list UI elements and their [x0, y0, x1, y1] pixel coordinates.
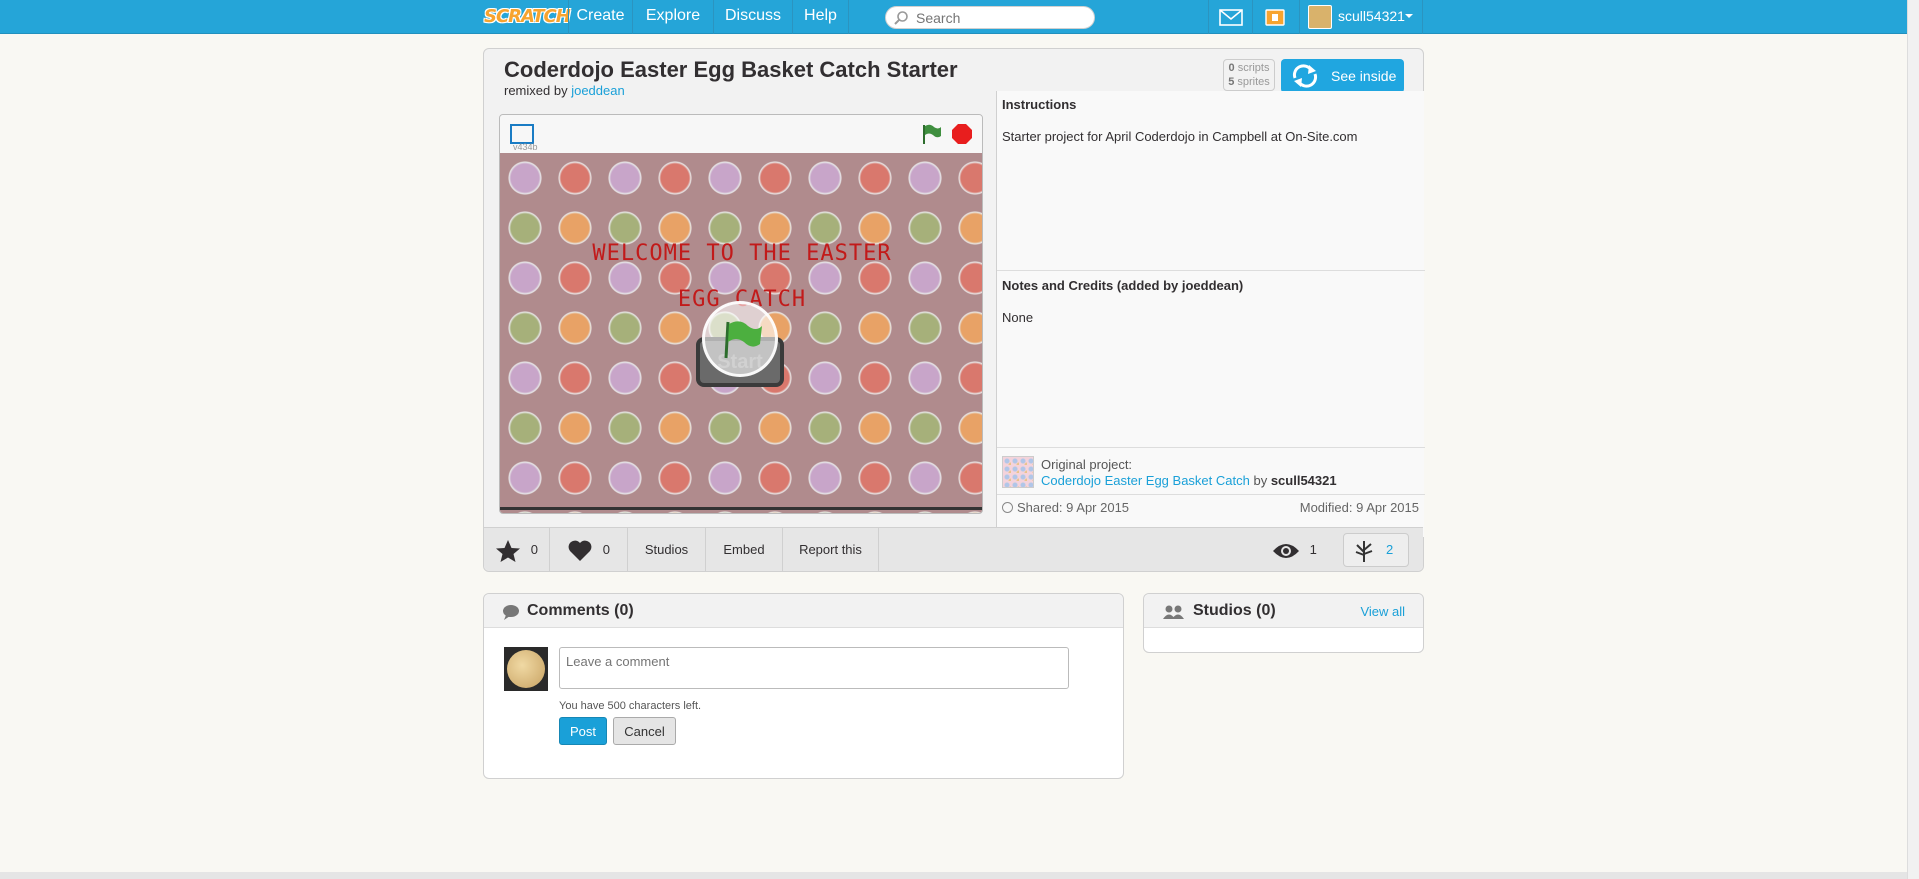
project-box: Coderdojo Easter Egg Basket Catch Starte… [483, 48, 1425, 572]
people-icon [1163, 605, 1184, 619]
scratch-logo[interactable]: SCRATCH [484, 3, 571, 31]
fullscreen-icon[interactable] [510, 124, 534, 144]
remixed-by-label: remixed by [504, 83, 568, 98]
studios-header: Studios (0) View all [1144, 594, 1423, 628]
remixes-button[interactable]: 2 [1343, 533, 1409, 567]
my-stuff-button[interactable] [1252, 0, 1296, 34]
favorite-button[interactable]: 0 [484, 528, 550, 572]
project-info-panel: Instructions Starter project for April C… [996, 91, 1425, 537]
green-flag-icon [724, 321, 762, 359]
project-title: Coderdojo Easter Egg Basket Catch Starte… [504, 57, 958, 82]
project-player: v434b WELCOME TO THE EASTER EGG CATCH St… [499, 114, 983, 514]
view-all-studios-link[interactable]: View all [1360, 604, 1405, 619]
original-project: Original project: Coderdojo Easter Egg B… [997, 449, 1425, 495]
instructions-text: Starter project for April Coderdojo in C… [1002, 129, 1358, 144]
heart-icon [568, 540, 592, 561]
speech-bubble-icon [503, 605, 519, 620]
stage-title-line1: WELCOME TO THE EASTER [592, 241, 892, 266]
notes-section: Notes and Credits (added by joeddean) No… [997, 272, 1425, 448]
view-count-value: 1 [1309, 542, 1317, 557]
project-stats: 0 scripts 5 sprites [1223, 59, 1275, 91]
stage[interactable]: WELCOME TO THE EASTER EGG CATCH Start [500, 153, 982, 513]
notes-heading: Notes and Credits (added by joeddean) [1002, 278, 1244, 293]
instructions-heading: Instructions [1002, 97, 1077, 112]
shared-dates: Shared: 9 Apr 2015 Modified: 9 Apr 2015 [997, 496, 1425, 518]
player-toolbar: v434b [500, 115, 982, 153]
cancel-button[interactable]: Cancel [613, 717, 676, 745]
remixed-by: remixed by joeddean [504, 83, 625, 98]
star-icon [496, 539, 521, 562]
love-button[interactable]: 0 [550, 528, 628, 572]
modified-date: Modified: 9 Apr 2015 [1299, 500, 1419, 515]
see-inside-label: See inside [1331, 68, 1397, 84]
scripts-label: scripts [1237, 62, 1270, 74]
shared-date: Shared: 9 Apr 2015 [1002, 500, 1129, 515]
report-button[interactable]: Report this [783, 528, 879, 572]
user-avatar [1308, 5, 1332, 29]
nav-discuss[interactable]: Discuss [713, 0, 792, 34]
commenter-avatar [504, 647, 548, 691]
avatar-coin [507, 650, 545, 688]
comments-header: Comments (0) [484, 594, 1123, 628]
instructions-section: Instructions Starter project for April C… [997, 91, 1425, 271]
remix-tree-icon [1355, 541, 1373, 562]
project-action-bar: 0 0 Studios Embed Report this 1 2 [484, 527, 1423, 572]
comments-box: Comments (0) You have 500 characters lef… [483, 593, 1124, 779]
eye-icon [1273, 543, 1299, 558]
see-inside-button[interactable]: See inside [1281, 59, 1404, 93]
remix-count: 2 [1386, 542, 1394, 557]
search-box [885, 6, 1095, 29]
nav-explore[interactable]: Explore [632, 0, 713, 34]
green-flag-icon[interactable] [920, 123, 942, 145]
page-footer-edge [0, 872, 1907, 879]
view-count: 1 [1272, 528, 1317, 572]
original-project-line: Coderdojo Easter Egg Basket Catch by scu… [1041, 473, 1337, 488]
scripts-count: 0 [1228, 62, 1235, 74]
nav-create[interactable]: Create [568, 0, 632, 34]
sprites-label: sprites [1237, 76, 1270, 88]
remix-arrows-icon [1292, 64, 1318, 88]
username: scull54321 [1338, 8, 1405, 24]
messages-button[interactable] [1208, 0, 1252, 34]
stop-icon[interactable] [952, 124, 972, 144]
favorite-count: 0 [530, 542, 538, 557]
search-input[interactable] [916, 9, 1086, 27]
sprites-count: 5 [1228, 76, 1235, 88]
chevron-down-icon [1405, 14, 1413, 18]
original-author: scull54321 [1270, 473, 1337, 488]
notes-text: None [1002, 310, 1034, 325]
nav-help[interactable]: Help [792, 0, 849, 34]
studios-box: Studios (0) View all [1143, 593, 1424, 653]
post-button[interactable]: Post [559, 717, 607, 745]
page-scrollbar[interactable] [1907, 0, 1919, 879]
embed-button[interactable]: Embed [706, 528, 783, 572]
shared-icon [1002, 502, 1013, 513]
folder-icon [1265, 9, 1285, 26]
comment-input[interactable] [559, 647, 1069, 689]
user-menu[interactable]: scull54321 [1299, 0, 1423, 34]
original-by-label: by [1253, 473, 1268, 488]
search-icon [894, 11, 908, 25]
characters-left: You have 500 characters left. [559, 700, 702, 712]
original-project-label: Original project: [1041, 457, 1133, 472]
play-overlay-button[interactable] [702, 301, 778, 377]
remixed-by-user-link[interactable]: joeddean [571, 83, 625, 98]
envelope-icon [1219, 9, 1243, 26]
shared-date-text: Shared: 9 Apr 2015 [1017, 500, 1130, 515]
love-count: 0 [602, 542, 610, 557]
original-project-thumbnail[interactable] [1002, 456, 1034, 488]
stage-loading-bar [500, 507, 982, 510]
studios-heading: Studios (0) [1193, 602, 1276, 619]
top-nav-bar: SCRATCH Create Explore Discuss Help Sear… [0, 0, 1919, 34]
original-project-link[interactable]: Coderdojo Easter Egg Basket Catch [1041, 473, 1250, 488]
player-version: v434b [513, 142, 538, 152]
studios-button[interactable]: Studios [628, 528, 706, 572]
comments-heading: Comments (0) [527, 602, 634, 619]
